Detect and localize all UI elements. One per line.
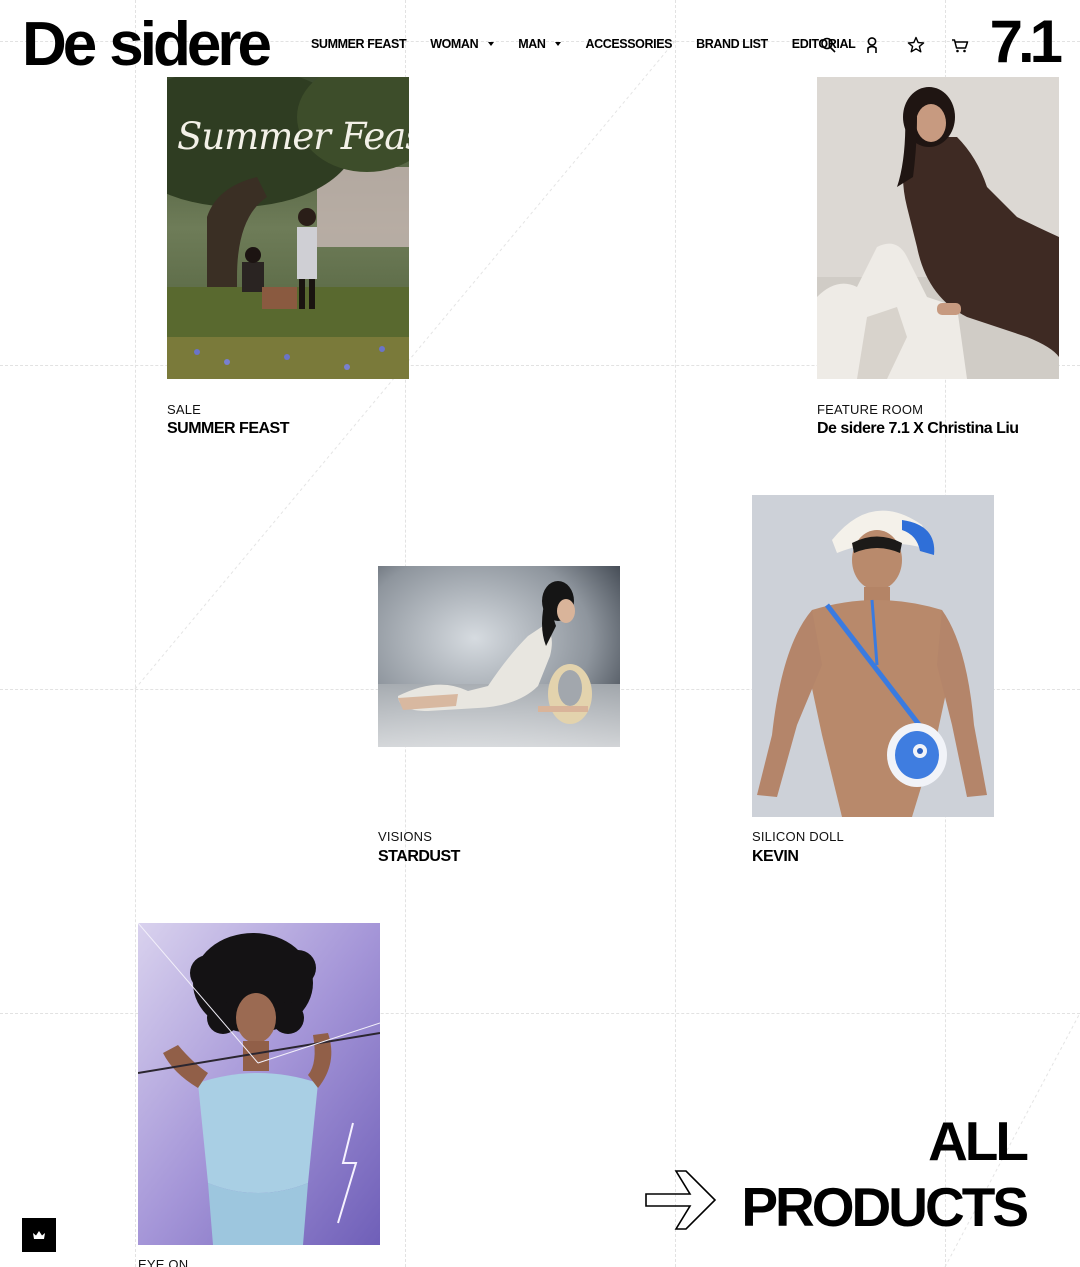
all-products-line-1: ALL (928, 1110, 1029, 1172)
nav-label: BRAND LIST (696, 37, 768, 51)
card-summer-feast[interactable]: Summer Feast SALE SUMMER FEAST (167, 77, 409, 442)
card-category: VISIONS (378, 829, 433, 844)
user-icon[interactable] (862, 35, 882, 55)
site-logo[interactable]: De sidere (22, 10, 272, 80)
nav-label: ACCESSORIES (585, 37, 673, 51)
card-image (817, 77, 1059, 379)
nav-label: SUMMER FEAST (311, 37, 407, 51)
card-visions-stardust[interactable]: VISIONS STARDUST (378, 566, 620, 866)
nav-label: WOMAN (430, 37, 479, 51)
all-products-line-2: PRODUCTS (741, 1176, 1029, 1238)
card-silicon-doll-kevin[interactable]: SILICON DOLL KEVIN (752, 495, 994, 866)
card-category: SALE (167, 402, 202, 417)
arrow-right-icon (645, 1170, 717, 1230)
nav-item-man[interactable]: MAN (518, 37, 562, 51)
card-title: De sidere 7.1 X Christina Liu (817, 420, 1019, 437)
card-title: KEVIN (752, 848, 799, 865)
card-category: FEATURE ROOM (817, 402, 924, 417)
search-icon[interactable] (818, 35, 838, 55)
card-image: Summer Feast (167, 77, 409, 379)
card-image (752, 495, 994, 817)
star-icon[interactable] (906, 35, 926, 55)
all-products-link[interactable]: ALL PRODUCTS (644, 1108, 1044, 1238)
all-products-text: ALL PRODUCTS (741, 1108, 1029, 1240)
logo-word-1: De (22, 10, 97, 79)
crown-icon (33, 1231, 45, 1239)
card-eye-on[interactable]: EYE ON (138, 923, 380, 1267)
nav-item-accessories[interactable]: ACCESSORIES (585, 37, 672, 51)
grid-line (675, 0, 676, 1267)
logo-word-2: sidere (109, 10, 272, 79)
caret-down-icon (488, 42, 495, 46)
caret-down-icon (555, 42, 562, 46)
nav-item-summer-feast[interactable]: SUMMER FEAST (311, 37, 407, 51)
card-image (138, 923, 380, 1245)
nav-label: MAN (518, 37, 546, 51)
card-feature-room[interactable]: FEATURE ROOM De sidere 7.1 X Christina L… (817, 77, 1059, 442)
cart-icon[interactable] (950, 35, 970, 55)
image-title-text: Summer Feast (177, 115, 409, 158)
brand-mark[interactable]: 7.1 (990, 10, 1063, 74)
nav-item-brand-list[interactable]: BRAND LIST (696, 37, 768, 51)
card-category: EYE ON (138, 1257, 189, 1267)
grid-line (135, 0, 136, 1267)
card-category: SILICON DOLL (752, 829, 844, 844)
card-title: STARDUST (378, 848, 460, 865)
floating-crown-button[interactable] (22, 1218, 56, 1252)
card-image (378, 566, 620, 747)
header-icons (818, 35, 970, 55)
nav-item-woman[interactable]: WOMAN (430, 37, 495, 51)
main-nav: SUMMER FEAST WOMAN MAN ACCESSORIES BRAND… (311, 37, 856, 51)
card-title: SUMMER FEAST (167, 420, 290, 437)
